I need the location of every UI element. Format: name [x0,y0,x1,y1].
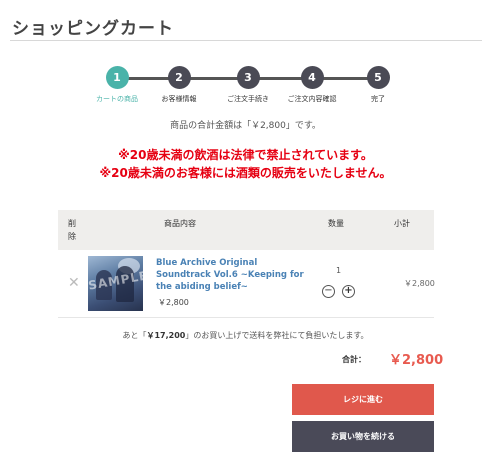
step-number: 3 [236,66,260,89]
continue-shopping-button[interactable]: お買い物を続ける [292,421,434,452]
checkout-steps: 1 カートの商品 2 お客様情報 3 ご注文手続き 4 ご注文内容確認 5 完了 [62,66,432,106]
checkout-button[interactable]: レジに進む [292,384,434,415]
step-label: 完了 [371,95,385,103]
free-shipping-message: あと「￥17,200」のお買い上げで送料を弊社にて負担いたします。 [0,330,491,341]
quantity-decrease-button[interactable]: − [322,285,335,298]
step-number: 4 [300,66,324,89]
remove-item-icon[interactable]: ✕ [68,276,80,290]
shipping-prefix: あと「 [122,331,147,340]
cart-item-row: ✕ SAMPLE Blue Archive Original Soundtrac… [58,250,435,318]
quantity-increase-button[interactable]: + [342,285,355,298]
quantity-value: 1 [336,266,342,275]
shipping-suffix: 」のお買い上げで送料を弊社にて負担いたします。 [185,331,369,340]
age-warning-sales: ※20歳未満のお客様には酒類の販売をいたしません。 [99,166,392,180]
cart-table-header: 削除 商品内容 数量 小計 [58,210,434,250]
step-number: 5 [366,66,390,89]
age-warning-drinking: ※20歳未満の飲酒は法律で禁止されています。 [118,148,373,162]
header-delete: 削除 [68,219,76,241]
shipping-remaining-amount: ￥17,200 [146,331,186,340]
title-divider [10,40,482,41]
step-complete: 5 完了 [338,66,418,104]
header-quantity: 数量 [328,219,344,228]
header-subtotal: 小計 [394,219,410,228]
step-number: 2 [167,66,191,89]
product-name-link[interactable]: Blue Archive Original Soundtrack Vol.6 ~… [156,257,306,293]
product-price: ￥2,800 [158,298,189,307]
item-subtotal: ￥2,800 [404,279,435,288]
total-amount-message: 商品の合計金額は「￥2,800」です。 [170,121,321,131]
product-thumbnail[interactable]: SAMPLE [88,256,143,311]
page-title: ショッピングカート [12,19,174,39]
step-customer-info: 2 お客様情報 [139,66,219,104]
step-number: 1 [105,66,129,89]
cart-total-value: ￥2,800 [389,353,444,368]
header-product: 商品内容 [164,219,196,228]
step-label: お客様情報 [161,95,197,103]
cart-total-label: 合計： [342,355,366,364]
